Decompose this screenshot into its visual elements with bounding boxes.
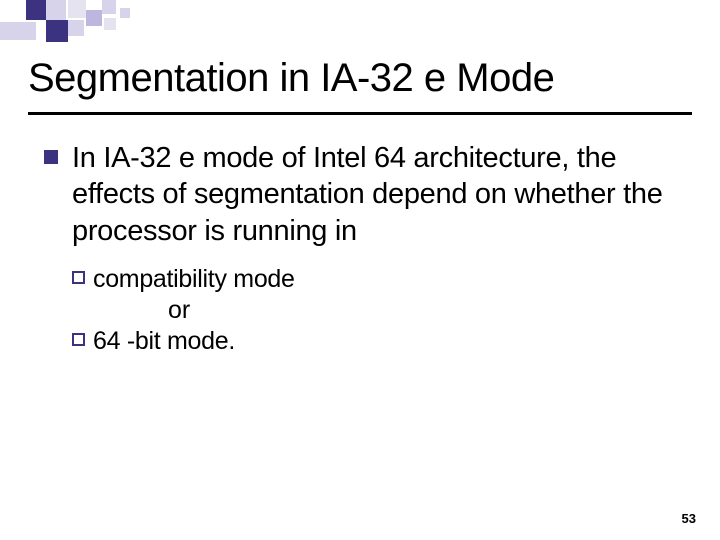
title-underline: [28, 112, 692, 115]
sub-bullet-text: 64 -bit mode.: [93, 327, 235, 356]
square-bullet-icon: [44, 150, 58, 164]
corner-decoration: [0, 0, 140, 40]
bullet-level1: In IA-32 e mode of Intel 64 architecture…: [44, 140, 684, 249]
hollow-square-bullet-icon: [72, 271, 85, 284]
sub-bullet-2: 64 -bit mode.: [72, 327, 684, 356]
sub-bullet-text: compatibility mode: [93, 265, 295, 294]
sub-bullet-1: compatibility mode: [72, 265, 684, 294]
page-number: 53: [682, 511, 696, 526]
slide-title: Segmentation in IA-32 e Mode: [28, 56, 554, 101]
hollow-square-bullet-icon: [72, 333, 85, 346]
bullet-text: In IA-32 e mode of Intel 64 architecture…: [72, 140, 684, 249]
slide-body: In IA-32 e mode of Intel 64 architecture…: [44, 140, 684, 358]
or-text: or: [168, 296, 684, 325]
sub-bullets: compatibility mode or 64 -bit mode.: [72, 265, 684, 356]
